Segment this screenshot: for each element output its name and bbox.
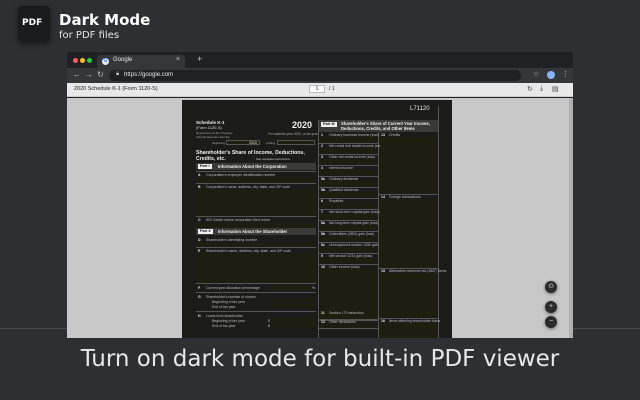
pdf-page: L71120 Schedule K-1 (Form 1120-S) Depart… — [182, 100, 452, 338]
pdf-viewer-area[interactable]: L71120 Schedule K-1 (Form 1120-S) Depart… — [67, 98, 573, 338]
viewer-scrollbar[interactable] — [569, 98, 573, 338]
row-b-field[interactable] — [196, 190, 316, 216]
irs-text: Internal Revenue Service — [196, 135, 230, 139]
profile-avatar[interactable] — [547, 71, 555, 79]
beginning-date-field[interactable]: 2020 — [226, 140, 260, 145]
line-15-field[interactable] — [380, 273, 437, 317]
line-5b-field[interactable] — [320, 192, 377, 197]
row-h1-label: Beginning of tax year — [212, 319, 245, 323]
row-h2-field[interactable] — [272, 323, 316, 327]
row-h1-field[interactable] — [272, 318, 316, 322]
line-5b-rule — [319, 198, 378, 199]
ending-label: ending — [266, 141, 276, 145]
row-c-label: IRS Center where corporation filed retur… — [206, 218, 270, 222]
row-f-field[interactable] — [272, 285, 312, 290]
rotate-icon[interactable]: ↻ — [527, 85, 533, 93]
logo-text: PDF — [22, 18, 43, 28]
line-8a-field[interactable] — [320, 225, 377, 230]
part2-badge: Part II — [198, 229, 213, 234]
row-d-label: Shareholder's identifying number — [206, 238, 258, 242]
row-g2-label: End of tax year — [212, 305, 236, 309]
beginning-label: beginning — [212, 141, 226, 145]
tab-google[interactable]: G Google × — [97, 55, 185, 68]
row-e-label: Shareholder's name, address, city, state… — [206, 249, 291, 253]
new-tab-button[interactable]: + — [197, 54, 202, 64]
line-9-field[interactable] — [320, 258, 377, 263]
line-14-field[interactable] — [380, 199, 437, 267]
form-number: L71120 — [410, 106, 430, 112]
row-f-label: Current year allocation percentage — [206, 286, 260, 290]
line-3-field[interactable] — [320, 159, 377, 164]
part2-header: Part II Information About the Shareholde… — [196, 228, 316, 235]
tagline: Turn on dark mode for built-in PDF viewe… — [80, 346, 560, 372]
line-1-field[interactable] — [320, 137, 377, 142]
line-8c-field[interactable] — [320, 247, 377, 252]
part3-title-2: Deductions, Credits, and Other Items — [341, 126, 415, 131]
reload-icon[interactable]: ↻ — [97, 70, 104, 79]
share-title-2: Credits, etc. — [196, 156, 226, 162]
back-arrow-icon[interactable]: ← — [73, 70, 81, 79]
row-h2-label: End of tax year — [212, 324, 236, 328]
tab-bar: G Google × + — [67, 52, 573, 68]
google-favicon-icon: G — [102, 58, 109, 65]
form-ref: (Form 1120-S) — [196, 125, 222, 130]
row-h-label: Loans from shareholder — [206, 314, 243, 318]
line-2-field[interactable] — [320, 148, 377, 153]
line-6-field[interactable] — [320, 203, 377, 208]
row-g2-field[interactable] — [272, 304, 316, 308]
row-c-field[interactable] — [196, 223, 316, 227]
line-16-field[interactable] — [380, 323, 437, 338]
zoom-in-button[interactable]: + — [545, 301, 557, 313]
tab-close-icon[interactable]: × — [176, 56, 180, 63]
line-5a-field[interactable] — [320, 181, 377, 186]
ending-date-field[interactable] — [277, 140, 315, 145]
pdf-toolbar: 2020 Schedule K-1 (Form 1120-S) 1 / 1 ↻ … — [67, 83, 573, 97]
line-7-field[interactable] — [320, 214, 377, 219]
row-g-label: Shareholder's number of shares — [206, 295, 256, 299]
row-e-field[interactable] — [196, 254, 316, 282]
download-icon[interactable]: ⤓ — [540, 85, 543, 93]
address-bar[interactable]: 🔒︎ https://google.com — [109, 70, 521, 81]
part3-badge: Part III — [321, 122, 337, 127]
line-8b-field[interactable] — [320, 236, 377, 241]
page-number-input[interactable]: 1 — [309, 85, 325, 93]
line-12-rule — [319, 328, 378, 329]
brand-title: Dark Mode — [59, 11, 151, 29]
zoom-out-button[interactable]: − — [545, 316, 557, 328]
bookmark-star-icon[interactable]: ☆ — [533, 70, 539, 78]
instructions-note: See separate instructions. — [256, 157, 291, 161]
pdf-file-title: 2020 Schedule K-1 (Form 1120-S) — [74, 86, 158, 92]
calendar-note: For calendar year 2020, or tax year — [268, 132, 318, 136]
part3-header: Part III Shareholder's Share of Current … — [319, 120, 438, 132]
part1-title: Information About the Corporation — [218, 164, 287, 169]
print-icon[interactable]: ▤ — [552, 85, 559, 93]
row-g1-label: Beginning of tax year — [212, 300, 245, 304]
page-total: / 1 — [329, 86, 335, 92]
browser-toolbar: ← → ↻ 🔒︎ https://google.com ☆ ⋮ — [67, 68, 573, 83]
minimize-window-button[interactable] — [80, 58, 85, 63]
url-text: https://google.com — [124, 71, 174, 78]
line-11-field[interactable] — [320, 315, 377, 318]
part1-badge: Part I — [198, 164, 212, 169]
close-window-button[interactable] — [73, 58, 78, 63]
forward-arrow-icon[interactable]: → — [85, 70, 93, 79]
tax-year: 2020 — [292, 120, 313, 130]
fit-page-button[interactable]: ⊙ — [545, 281, 557, 293]
line-4-field[interactable] — [320, 170, 377, 175]
part2-title: Information About the Shareholder — [218, 229, 288, 234]
line-12-field[interactable] — [320, 324, 377, 327]
brand-subtitle: for PDF files — [59, 30, 120, 41]
browser-window: G Google × + ← → ↻ 🔒︎ https://google.com… — [67, 52, 573, 338]
row-b-label: Corporation's name, address, city, state… — [206, 185, 290, 189]
lock-icon: 🔒︎ — [116, 71, 120, 77]
row-a-label: Corporation's employer identification nu… — [206, 173, 276, 177]
app-logo: PDF — [18, 6, 50, 42]
menu-kebab-icon[interactable]: ⋮ — [562, 70, 569, 78]
line-13-field[interactable] — [380, 137, 437, 193]
part1-header: Part I Information About the Corporation — [196, 163, 316, 170]
maximize-window-button[interactable] — [87, 58, 92, 63]
tab-title: Google — [113, 57, 133, 63]
row-g1-field[interactable] — [272, 299, 316, 303]
